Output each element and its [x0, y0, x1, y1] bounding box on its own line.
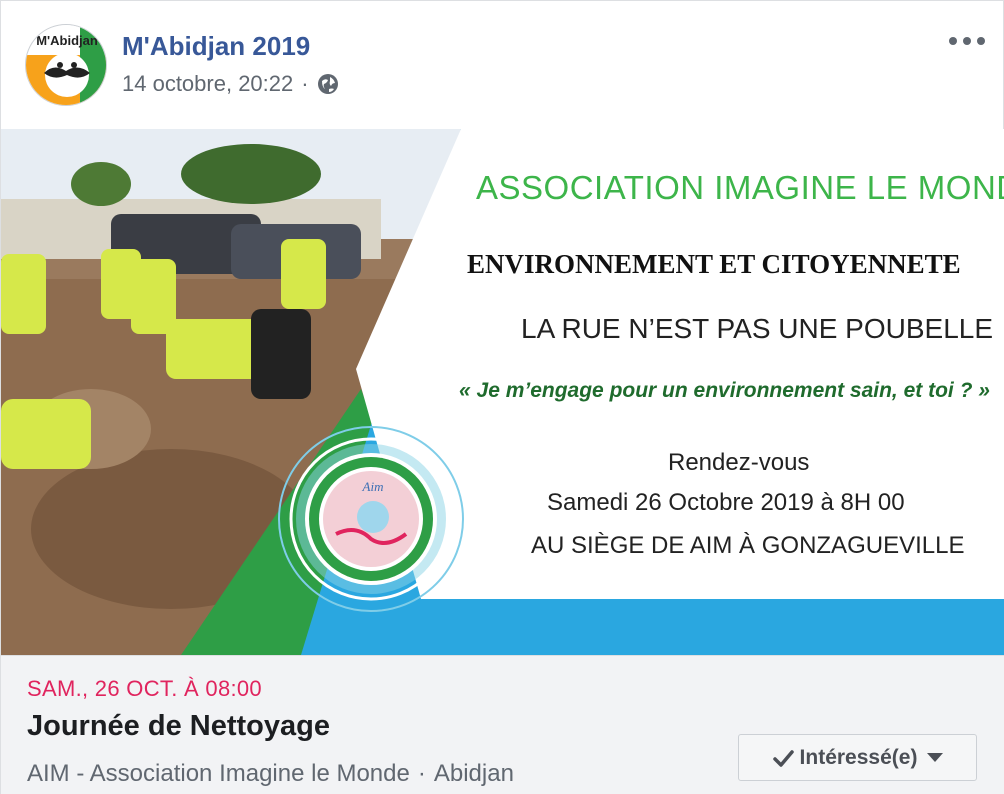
page-name-link[interactable]: M'Abidjan 2019	[122, 31, 310, 62]
chevron-down-icon[interactable]	[927, 753, 944, 762]
event-card-footer: SAM., 26 OCT. À 08:00 Journée de Nettoya…	[1, 655, 1004, 794]
interested-button[interactable]: Intéressé(e)	[738, 734, 977, 781]
globe-icon[interactable]	[317, 73, 339, 95]
post-timestamp[interactable]: 14 octobre, 20:22	[122, 71, 293, 97]
banner-date-line: Samedi 26 Octobre 2019 à 8H 00	[547, 489, 905, 516]
interested-button-label: Intéressé(e)	[799, 745, 918, 769]
avatar-lettering: M'Abidjan	[36, 33, 98, 48]
more-options-icon[interactable]	[949, 29, 985, 53]
post-header: M'Abidjan M'Abidjan 2019 14 octobre, 20:…	[1, 1, 1004, 129]
banner-association-name: ASSOCIATION IMAGINE LE MONDE	[476, 169, 1004, 206]
banner-rendezvous: Rendez-vous	[668, 449, 810, 476]
event-date: SAM., 26 OCT. À 08:00	[27, 676, 262, 701]
event-banner-image[interactable]: Aim ASSOCIATION IMAGINE LE MONDE ENVIRON…	[1, 129, 1004, 655]
event-details-separator: ·	[417, 760, 426, 787]
event-details: AIM - Association Imagine le Monde · Abidj…	[27, 760, 514, 788]
post-meta: 14 octobre, 20:22 ·	[122, 71, 339, 97]
banner-headline: LA RUE N’EST PAS UNE POUBELLE	[521, 313, 994, 344]
checkmark-icon	[772, 747, 794, 769]
banner-slogan: « Je m’engage pour un environnement sain…	[459, 379, 990, 402]
event-title-link[interactable]: Journée de Nettoyage	[27, 710, 330, 743]
banner-logo-text: Aim	[362, 479, 384, 494]
page-avatar[interactable]: M'Abidjan	[25, 24, 107, 106]
meta-separator: ·	[301, 71, 309, 96]
event-city-link[interactable]: Abidjan	[434, 760, 514, 787]
event-organizer-link[interactable]: AIM - Association Imagine le Monde	[27, 760, 410, 787]
facebook-post: M'Abidjan M'Abidjan 2019 14 octobre, 20:…	[0, 0, 1004, 794]
banner-theme: ENVIRONNEMENT ET CITOYENNETE	[467, 249, 961, 279]
banner-location-line: AU SIÈGE DE AIM À GONZAGUEVILLE	[531, 532, 965, 559]
